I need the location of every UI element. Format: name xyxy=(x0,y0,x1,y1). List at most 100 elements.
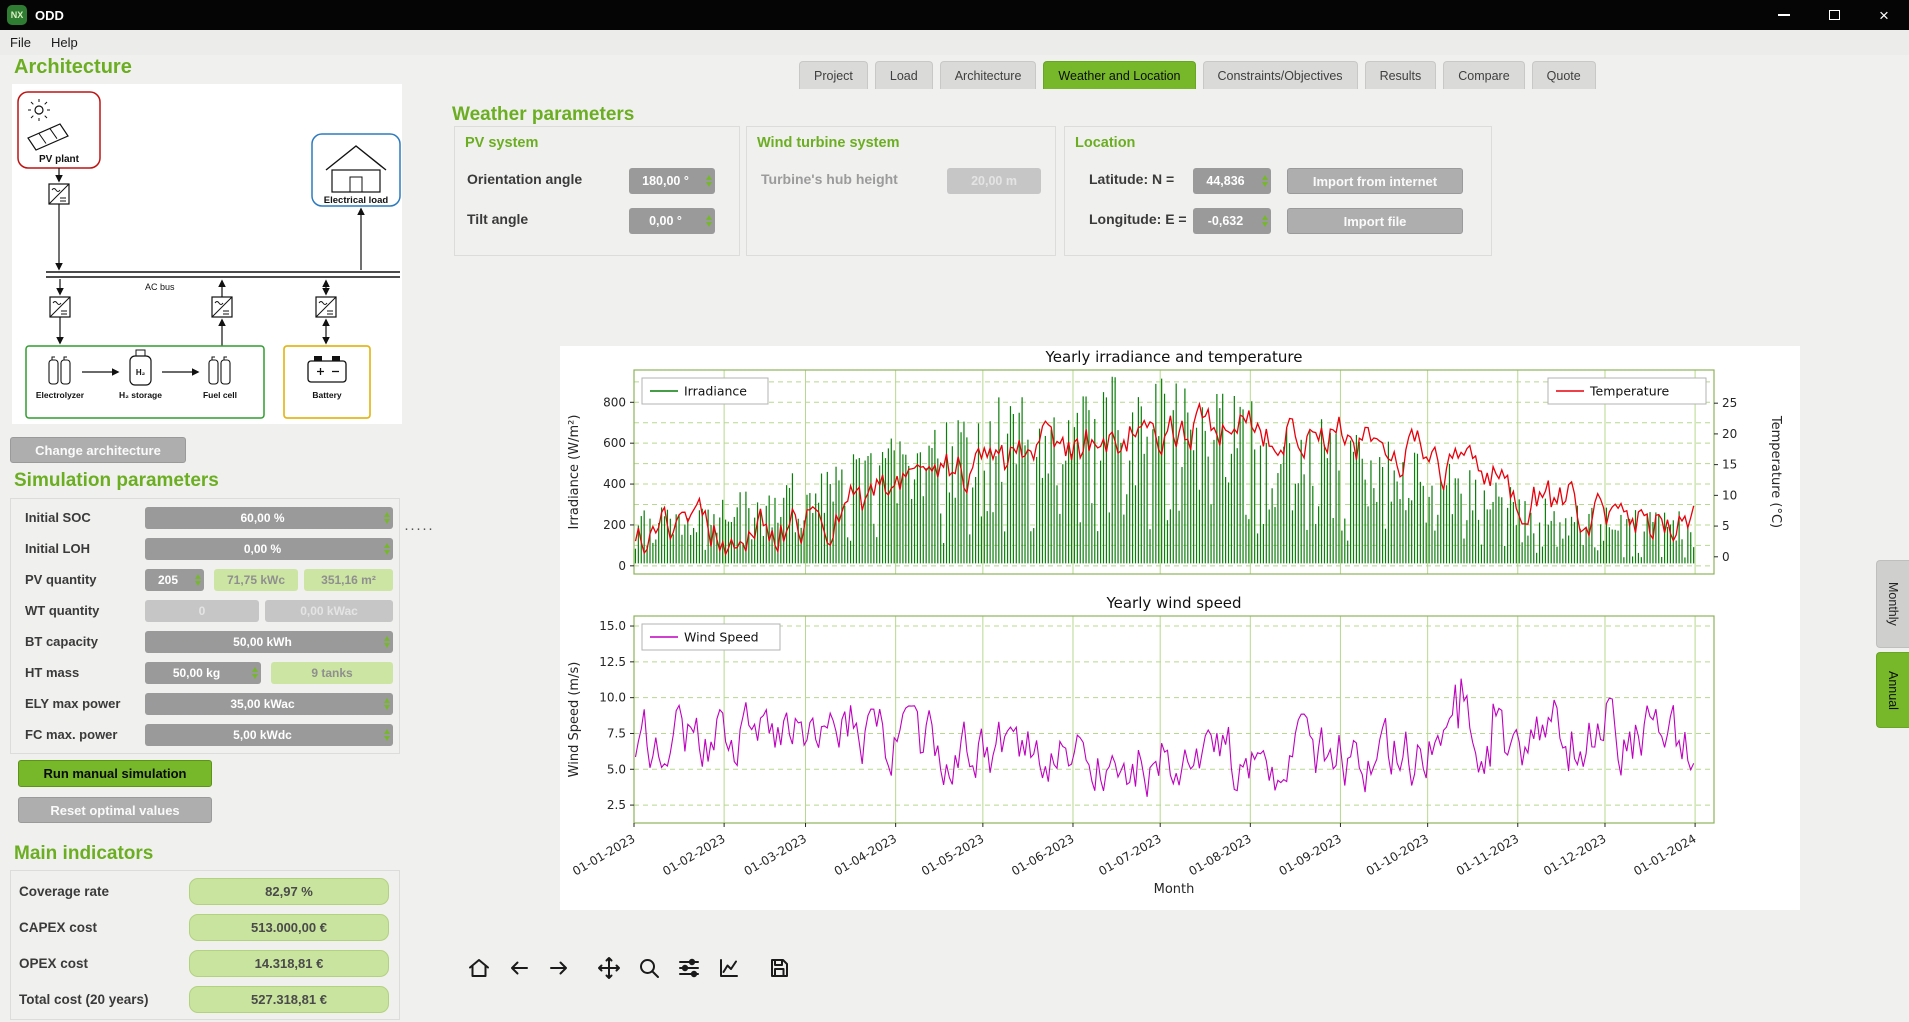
weather-parameters-heading: Weather parameters xyxy=(452,104,634,126)
pv-plant-label: PV plant xyxy=(39,154,80,165)
ht-mass-input[interactable]: 50,00 kg xyxy=(145,662,261,684)
spinner-icons[interactable] xyxy=(380,538,393,560)
latitude-input[interactable]: 44,836 xyxy=(1193,168,1271,194)
initial-loh-input[interactable]: 0,00 % xyxy=(145,538,393,560)
reset-optimal-values-button[interactable]: Reset optimal values xyxy=(18,797,212,823)
change-architecture-button[interactable]: Change architecture xyxy=(10,437,186,463)
param-label: Initial SOC xyxy=(25,510,145,525)
ht-tanks-output: 9 tanks xyxy=(271,662,393,684)
forward-icon[interactable] xyxy=(546,955,572,981)
import-file-button[interactable]: Import file xyxy=(1287,208,1463,234)
bt-capacity-input[interactable]: 50,00 kWh xyxy=(145,631,393,653)
main-tab-bar: Project Load Architecture Weather and Lo… xyxy=(799,61,1596,89)
tilt-angle-label: Tilt angle xyxy=(467,211,528,227)
fc-max-power-input[interactable]: 5,00 kWdc xyxy=(145,724,393,746)
minimize-button[interactable] xyxy=(1759,0,1809,30)
spinner-icons[interactable] xyxy=(380,693,393,715)
splitter-handle-icon[interactable]: ····· xyxy=(404,520,434,537)
svg-text:2.5: 2.5 xyxy=(607,798,626,812)
svg-text:20: 20 xyxy=(1722,427,1737,441)
orientation-angle-label: Orientation angle xyxy=(467,171,582,187)
electrolyzer-icon xyxy=(49,357,70,384)
app-logo-icon: NX xyxy=(7,5,27,25)
location-heading: Location xyxy=(1075,135,1135,151)
param-label: Initial LOH xyxy=(25,541,145,556)
run-manual-simulation-button[interactable]: Run manual simulation xyxy=(18,760,212,787)
home-icon[interactable] xyxy=(466,955,492,981)
pv-power-output: 71,75 kWc xyxy=(214,569,298,591)
longitude-input[interactable]: -0,632 xyxy=(1193,208,1271,234)
wind-speed-chart: 2.55.07.510.012.515.0Wind Speed (m/s)Yea… xyxy=(560,590,1800,910)
tab-compare[interactable]: Compare xyxy=(1443,61,1524,89)
param-label: HT mass xyxy=(25,665,145,680)
simulation-parameters-heading: Simulation parameters xyxy=(14,470,219,492)
close-icon: × xyxy=(1879,7,1889,24)
spinner-icons[interactable] xyxy=(191,569,204,591)
svg-text:Wind Speed: Wind Speed xyxy=(684,630,759,645)
tab-constraints-objectives[interactable]: Constraints/Objectives xyxy=(1203,61,1358,89)
indicator-row-capex: CAPEX cost 513.000,00 € xyxy=(11,909,399,945)
svg-text:10.0: 10.0 xyxy=(599,691,626,705)
svg-text:200: 200 xyxy=(603,518,626,532)
spinner-icons[interactable] xyxy=(248,662,261,684)
converter-icon xyxy=(212,297,232,317)
tab-load[interactable]: Load xyxy=(875,61,933,89)
indicator-label: CAPEX cost xyxy=(19,920,189,935)
side-tab-annual[interactable]: Annual xyxy=(1876,652,1909,728)
close-button[interactable]: × xyxy=(1859,0,1909,30)
hub-height-input: 20,00 m xyxy=(947,168,1041,194)
pv-area-output: 351,16 m² xyxy=(304,569,393,591)
pv-system-group: PV system Orientation angle 180,00 ° Til… xyxy=(454,126,740,256)
svg-text:Yearly wind speed: Yearly wind speed xyxy=(1105,594,1241,612)
svg-text:15: 15 xyxy=(1722,458,1737,472)
wind-turbine-system-heading: Wind turbine system xyxy=(757,135,899,151)
pv-quantity-input[interactable]: 205 xyxy=(145,569,204,591)
menu-help[interactable]: Help xyxy=(41,32,88,53)
electrical-load-label: Electrical load xyxy=(324,195,389,206)
tab-results[interactable]: Results xyxy=(1365,61,1437,89)
indicator-row-opex: OPEX cost 14.318,81 € xyxy=(11,945,399,981)
tilt-angle-input[interactable]: 0,00 ° xyxy=(629,208,715,234)
ely-max-power-input[interactable]: 35,00 kWac xyxy=(145,693,393,715)
save-icon[interactable] xyxy=(766,955,792,981)
back-icon[interactable] xyxy=(506,955,532,981)
param-row-bt-capacity: BT capacity 50,00 kWh xyxy=(11,626,399,657)
menu-file[interactable]: File xyxy=(0,32,41,53)
param-row-initial-soc: Initial SOC 60,00 % xyxy=(11,502,399,533)
wt-power-output: 0,00 kWac xyxy=(265,600,393,622)
wind-turbine-system-group: Wind turbine system Turbine's hub height… xyxy=(746,126,1056,256)
window-title: ODD xyxy=(35,8,64,23)
import-from-internet-button[interactable]: Import from internet xyxy=(1287,168,1463,194)
spinner-icons[interactable] xyxy=(702,168,715,194)
param-label: WT quantity xyxy=(25,603,145,618)
longitude-label: Longitude: E = xyxy=(1089,211,1187,227)
tab-project[interactable]: Project xyxy=(799,61,868,89)
pan-icon[interactable] xyxy=(596,955,622,981)
side-tab-monthly[interactable]: Monthly xyxy=(1876,560,1909,648)
initial-soc-input[interactable]: 60,00 % xyxy=(145,507,393,529)
converter-icon xyxy=(50,297,70,317)
axes-customize-icon[interactable] xyxy=(716,955,742,981)
orientation-angle-input[interactable]: 180,00 ° xyxy=(629,168,715,194)
svg-text:Yearly irradiance and temperat: Yearly irradiance and temperature xyxy=(1045,348,1303,366)
tab-weather-and-location[interactable]: Weather and Location xyxy=(1043,61,1195,89)
param-label: ELY max power xyxy=(25,696,145,711)
spinner-icons[interactable] xyxy=(380,507,393,529)
electrolyzer-label: Electrolyzer xyxy=(36,390,85,400)
svg-text:7.5: 7.5 xyxy=(607,726,626,740)
spinner-icons[interactable] xyxy=(1258,208,1271,234)
subplots-config-icon[interactable] xyxy=(676,955,702,981)
h2-storage-label: H₂ storage xyxy=(119,390,162,400)
spinner-icons[interactable] xyxy=(1258,168,1271,194)
spinner-icons[interactable] xyxy=(380,724,393,746)
svg-text:Irradiance (W/m²): Irradiance (W/m²) xyxy=(567,415,582,530)
tab-architecture[interactable]: Architecture xyxy=(940,61,1037,89)
tab-quote[interactable]: Quote xyxy=(1532,61,1596,89)
svg-text:0: 0 xyxy=(1722,550,1730,564)
fuel-cell-icon xyxy=(209,357,230,384)
maximize-button[interactable] xyxy=(1809,0,1859,30)
spinner-icons[interactable] xyxy=(702,208,715,234)
zoom-icon[interactable] xyxy=(636,955,662,981)
spinner-icons[interactable] xyxy=(380,631,393,653)
param-row-ely-max-power: ELY max power 35,00 kWac xyxy=(11,688,399,719)
